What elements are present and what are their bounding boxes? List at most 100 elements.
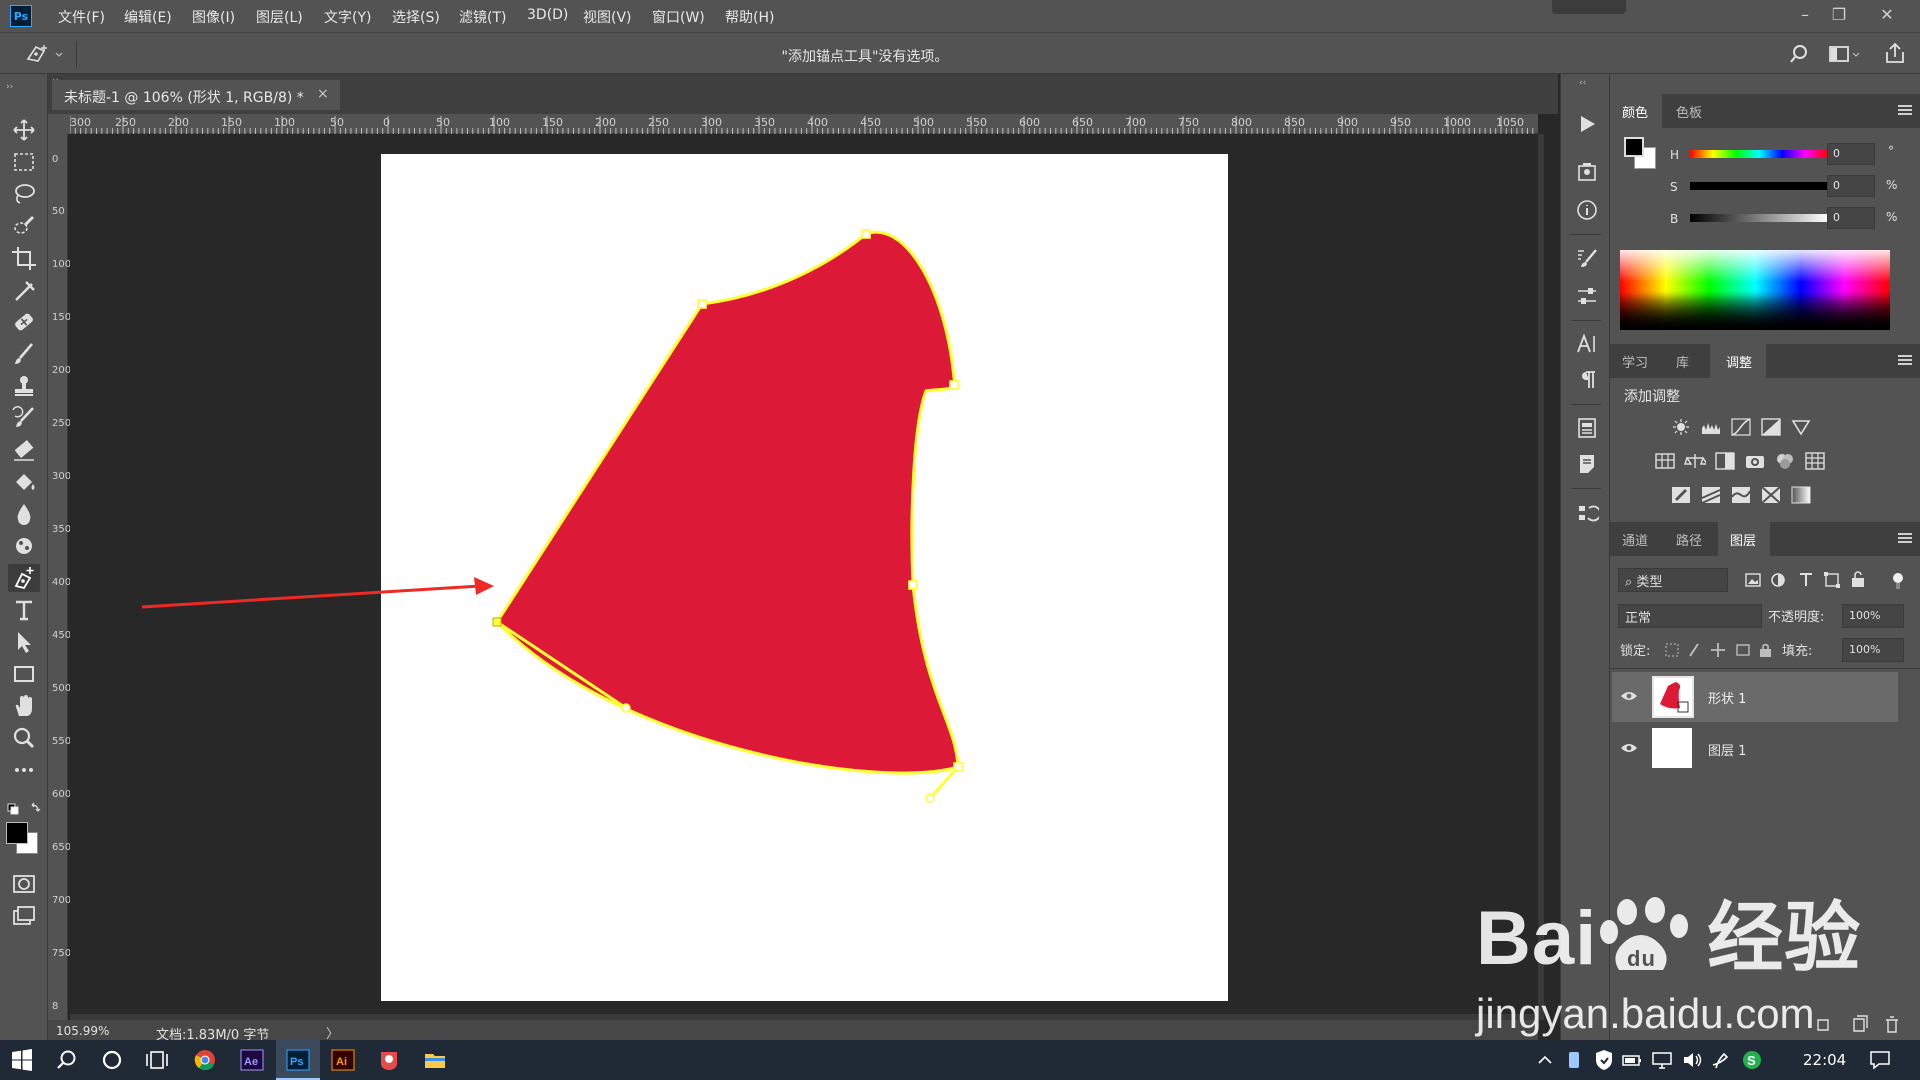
gradient-map-adjust-icon[interactable] bbox=[1790, 486, 1812, 504]
saturation-slider[interactable] bbox=[1690, 182, 1828, 190]
shield-icon[interactable] bbox=[1592, 1048, 1616, 1072]
restore-button[interactable]: ❐ bbox=[1824, 4, 1854, 26]
lock-icons[interactable] bbox=[1664, 640, 1774, 660]
tab-learn[interactable]: 学习 bbox=[1622, 352, 1648, 371]
threshold-adjust-icon[interactable] bbox=[1730, 486, 1752, 504]
vibrance-adjust-icon[interactable] bbox=[1790, 418, 1812, 436]
layer-name: 图层 1 bbox=[1708, 744, 1747, 759]
svg-text:du: du bbox=[1627, 946, 1656, 971]
character-icon[interactable] bbox=[1575, 332, 1599, 356]
svg-text:S: S bbox=[1747, 1053, 1756, 1068]
brightness-value[interactable]: 0 bbox=[1827, 207, 1875, 229]
layer-name[interactable]: 形状 1 bbox=[1708, 688, 1746, 707]
photoshop-taskbar-icon[interactable]: Ps bbox=[286, 1048, 310, 1072]
layer-thumbnail-shape bbox=[1652, 676, 1694, 718]
search-icon[interactable] bbox=[55, 1048, 79, 1072]
hue-slider[interactable] bbox=[1690, 150, 1828, 158]
pen-ink-icon[interactable] bbox=[1710, 1048, 1734, 1072]
layer-filter-icons[interactable] bbox=[1742, 570, 1912, 590]
curves-adjust-icon[interactable] bbox=[1730, 418, 1752, 436]
selective-color-adjust-icon[interactable] bbox=[1760, 486, 1782, 504]
glyphs-icon[interactable] bbox=[1575, 416, 1599, 440]
chrome-icon[interactable] bbox=[193, 1048, 217, 1072]
eye-icon[interactable] bbox=[1620, 742, 1638, 754]
history-icon[interactable] bbox=[1575, 502, 1599, 526]
workspace-icon[interactable] bbox=[1828, 43, 1862, 65]
panel-menu-icon[interactable] bbox=[1898, 105, 1912, 115]
tab-adjustments[interactable]: 调整 bbox=[1726, 352, 1752, 371]
clock[interactable]: 22:04 bbox=[1803, 1051, 1846, 1069]
task-view-icon[interactable] bbox=[145, 1048, 169, 1072]
panel-menu-icon[interactable] bbox=[1898, 533, 1912, 543]
hue-saturation-adjust-icon[interactable] bbox=[1654, 452, 1676, 470]
dock-collapse-icon[interactable]: ‹‹ bbox=[1579, 78, 1586, 88]
layer-row-shape[interactable]: 形状 1 bbox=[1612, 672, 1898, 722]
share-icon[interactable] bbox=[1884, 41, 1906, 65]
anchor-point[interactable] bbox=[861, 229, 871, 239]
app-red-icon[interactable] bbox=[377, 1048, 401, 1072]
adjust-panel-tabs: 学习 库 调整 bbox=[1610, 344, 1920, 378]
anchor-point[interactable] bbox=[949, 380, 959, 390]
file-explorer-icon[interactable] bbox=[423, 1048, 447, 1072]
notes-icon[interactable] bbox=[1575, 452, 1599, 476]
black-white-adjust-icon[interactable] bbox=[1714, 452, 1736, 470]
tab-libraries[interactable]: 库 bbox=[1676, 352, 1689, 371]
levels-adjust-icon[interactable] bbox=[1700, 418, 1722, 436]
color-balance-adjust-icon[interactable] bbox=[1684, 452, 1706, 470]
layer-filter-select[interactable]: ⌕ 类型 bbox=[1618, 568, 1728, 592]
brush-presets-icon[interactable] bbox=[1575, 284, 1599, 308]
layer-row-background[interactable]: 图层 1 bbox=[1612, 724, 1898, 774]
exposure-adjust-icon[interactable] bbox=[1760, 418, 1782, 436]
properties-icon[interactable] bbox=[1575, 160, 1599, 184]
anchor-point[interactable] bbox=[953, 762, 963, 772]
tray-expand-icon[interactable] bbox=[1533, 1048, 1557, 1072]
anchor-point[interactable] bbox=[697, 299, 707, 309]
windows-start-icon[interactable] bbox=[10, 1048, 34, 1072]
fill-input[interactable]: 100% bbox=[1842, 638, 1904, 662]
tab-swatches[interactable]: 色板 bbox=[1676, 102, 1702, 121]
battery-icon[interactable] bbox=[1620, 1048, 1644, 1072]
invert-adjust-icon[interactable] bbox=[1670, 486, 1692, 504]
anchor-point[interactable] bbox=[492, 617, 502, 627]
illustrator-icon[interactable]: Ai bbox=[331, 1048, 355, 1072]
info-icon[interactable] bbox=[1575, 198, 1599, 222]
tray-green-icon[interactable]: S bbox=[1740, 1048, 1764, 1072]
brightness-slider[interactable] bbox=[1690, 214, 1828, 222]
direction-handle-point[interactable] bbox=[925, 793, 935, 803]
zoom-level[interactable]: 105.99% bbox=[56, 1024, 109, 1038]
play-actions-icon[interactable] bbox=[1575, 112, 1599, 136]
photo-filter-adjust-icon[interactable] bbox=[1744, 452, 1766, 470]
posterize-adjust-icon[interactable] bbox=[1700, 486, 1722, 504]
color-fg-swatch[interactable] bbox=[1624, 137, 1644, 157]
windows-taskbar: Ae Ps Ai S 22:04 bbox=[0, 1040, 1920, 1080]
brightness-adjust-icon[interactable] bbox=[1670, 418, 1692, 436]
search-icon[interactable] bbox=[1790, 43, 1812, 65]
volume-icon[interactable] bbox=[1680, 1048, 1704, 1072]
channel-mixer-adjust-icon[interactable] bbox=[1774, 452, 1796, 470]
after-effects-icon[interactable]: Ae bbox=[240, 1048, 264, 1072]
red-shape[interactable] bbox=[495, 230, 960, 775]
blend-mode-select[interactable]: 正常 bbox=[1618, 604, 1762, 628]
layers-panel-tabs: 通道 路径 图层 bbox=[1610, 522, 1920, 556]
direction-handle-point[interactable] bbox=[621, 703, 631, 713]
anchor-point[interactable] bbox=[908, 580, 918, 590]
panel-menu-icon[interactable] bbox=[1898, 355, 1912, 365]
notification-icon[interactable] bbox=[1868, 1048, 1892, 1072]
tab-color[interactable]: 颜色 bbox=[1622, 102, 1648, 121]
opacity-input[interactable]: 100% bbox=[1842, 604, 1904, 628]
tab-layers[interactable]: 图层 bbox=[1730, 530, 1756, 549]
eye-icon[interactable] bbox=[1620, 690, 1638, 702]
color-lookup-adjust-icon[interactable] bbox=[1804, 452, 1826, 470]
minimize-button[interactable]: – bbox=[1790, 4, 1820, 26]
photoshop-taskbar-active[interactable]: Ps bbox=[276, 1040, 320, 1080]
tray-app-icon[interactable] bbox=[1562, 1048, 1586, 1072]
tab-channels[interactable]: 通道 bbox=[1622, 530, 1648, 549]
network-icon[interactable] bbox=[1650, 1048, 1674, 1072]
tab-paths[interactable]: 路径 bbox=[1676, 530, 1702, 549]
close-button[interactable]: ✕ bbox=[1872, 4, 1902, 26]
cortana-icon[interactable] bbox=[100, 1048, 124, 1072]
hue-value[interactable]: 0 bbox=[1827, 143, 1875, 165]
brush-settings-icon[interactable] bbox=[1575, 246, 1599, 270]
paragraph-icon[interactable] bbox=[1575, 368, 1599, 392]
saturation-value[interactable]: 0 bbox=[1827, 175, 1875, 197]
